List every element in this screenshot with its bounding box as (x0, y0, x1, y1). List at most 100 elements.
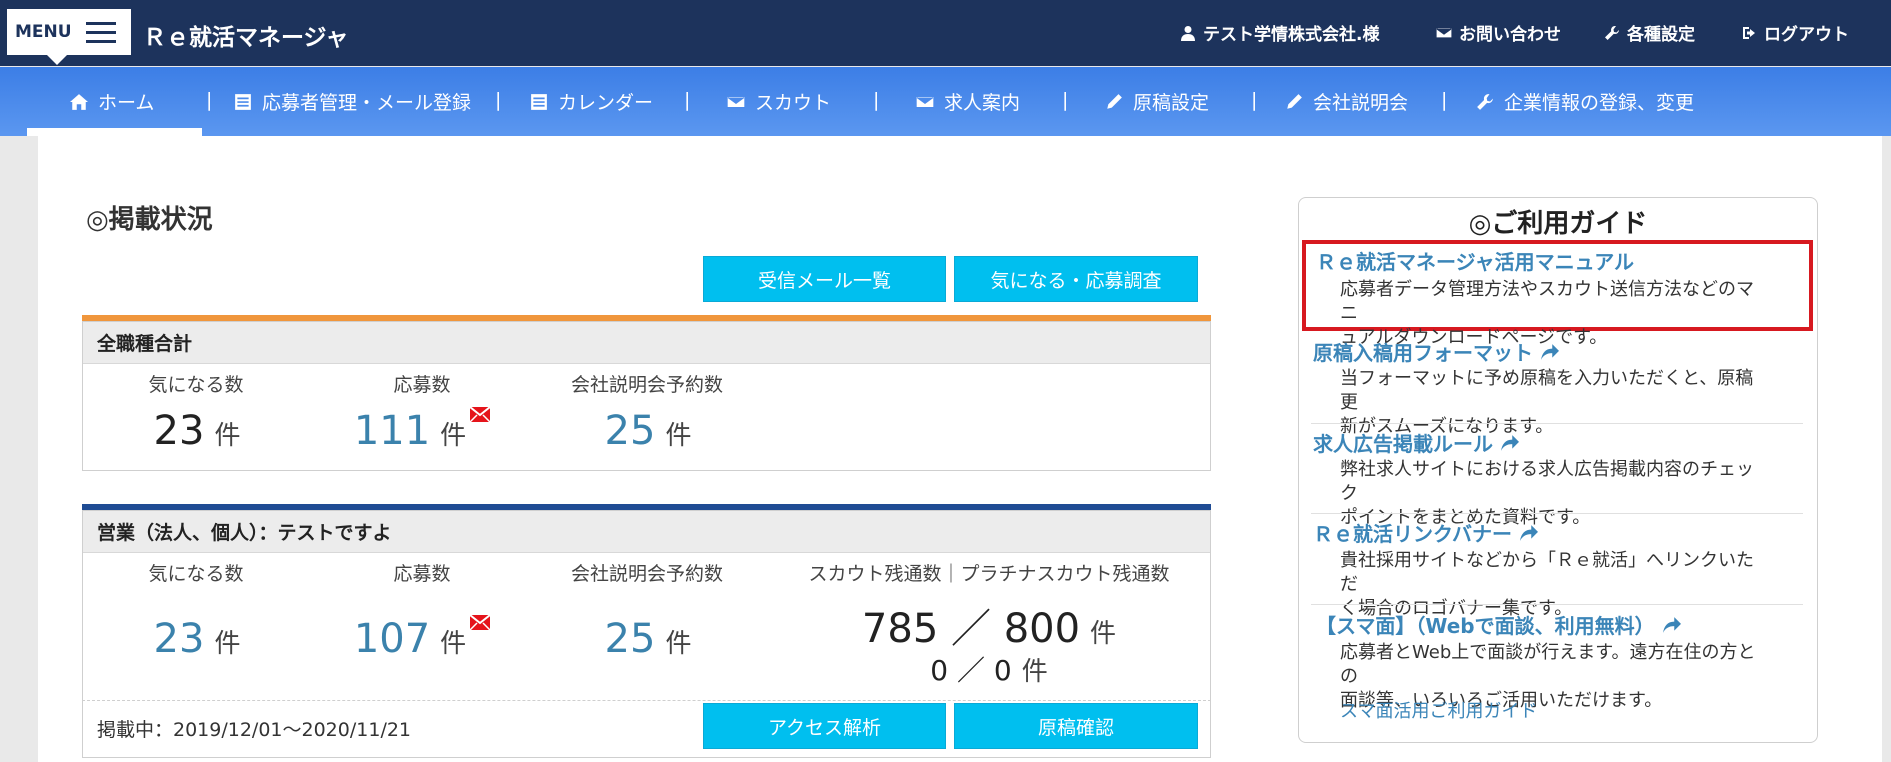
nav-item-scout[interactable]: スカウト (727, 67, 831, 136)
menu-label: MENU (15, 22, 72, 42)
share-arrow-icon (1520, 524, 1538, 541)
summary-applications-value[interactable]: 111 件 (302, 407, 542, 454)
guide-divider (1311, 604, 1803, 605)
nav-item-label: ホーム (98, 92, 155, 114)
settings-link[interactable]: 各種設定 (1604, 20, 1695, 45)
nav-item-label: 企業情報の登録、変更 (1504, 92, 1695, 114)
guide-desc-line: 当フォーマットに予め原稿を入力いただくと、原稿更 (1340, 368, 1754, 413)
unit-label: 件 (1090, 619, 1117, 649)
nav-separator: | (206, 89, 213, 111)
guide-banner-link[interactable]: Ｒｅ就活リンクバナー (1313, 518, 1538, 547)
main-nav: ホーム | 応募者管理・メール登録 | カレンダー | スカウト | 求人案内 … (0, 67, 1891, 136)
nav-item-label: カレンダー (558, 92, 654, 114)
new-mail-icon (470, 615, 491, 630)
pencil-icon (1287, 93, 1302, 109)
summary-seminar-label: 会社説明会予約数 (570, 374, 723, 396)
draft-confirm-button[interactable]: 原稿確認 (954, 703, 1198, 749)
unit-label: 件 (214, 629, 241, 659)
interest-survey-button[interactable]: 気になる・応募調査 (954, 256, 1198, 302)
hamburger-icon (85, 21, 116, 43)
nav-separator: | (873, 89, 880, 111)
summary-interest-value[interactable]: 23 件 (77, 408, 317, 454)
job-seminar-label: 会社説明会予約数 (570, 563, 723, 585)
job-applications-value[interactable]: 107 件 (302, 615, 542, 662)
user-name-link[interactable]: テスト学情株式会社.様 (1180, 20, 1379, 45)
job-panel-title: 営業（法人、個人）：テストですよ (83, 511, 1210, 553)
summary-seminar-count: 25 (604, 408, 656, 454)
unit-label: 件 (440, 629, 467, 659)
guide-link-label: 求人広告掲載ルール (1313, 432, 1493, 456)
summary-applications-label: 応募数 (393, 374, 451, 396)
nav-item-home[interactable]: ホーム (70, 67, 154, 136)
share-arrow-icon (1662, 616, 1681, 633)
nav-separator: | (1251, 89, 1258, 111)
mail-icon (727, 95, 745, 108)
platinum-remaining-value: 0 ／ 0 件 (809, 649, 1169, 689)
job-interest-value[interactable]: 23 件 (77, 616, 317, 662)
nav-item-label: 応募者管理・メール登録 (262, 92, 472, 114)
guide-desc-line: 貴社採用サイトなどから「Ｒｅ就活」へリンクいただ (1340, 550, 1754, 595)
new-mail-icon (470, 407, 491, 422)
nav-item-label: 会社説明会 (1313, 92, 1409, 114)
pencil-icon (1107, 93, 1122, 109)
menu-button[interactable]: MENU (7, 9, 131, 65)
guide-desc-line: 弊社求人サイトにおける求人広告掲載内容のチェック (1340, 459, 1754, 504)
access-analysis-button[interactable]: アクセス解析 (703, 703, 946, 749)
logout-icon (1743, 26, 1755, 39)
guide-divider (1311, 423, 1803, 424)
logout-link[interactable]: ログアウト (1741, 20, 1849, 45)
mail-icon (916, 95, 934, 108)
job-panel-divider (82, 700, 1211, 701)
nav-item-calendar[interactable]: カレンダー (530, 67, 653, 136)
section-title: ◎掲載状況 (86, 205, 213, 235)
wrench-icon (1477, 93, 1493, 110)
received-mail-button[interactable]: 受信メール一覧 (703, 256, 946, 302)
nav-item-job-info[interactable]: 求人案内 (916, 67, 1020, 136)
guide-link-label: 【スマ面】（Webで面談、利用無料） (1316, 614, 1655, 638)
summary-interest-label: 気になる数 (148, 374, 244, 396)
top-header: MENU Ｒｅ就活マネージャ テスト学情株式会社.様 お問い合わせ 各種設定 ロ… (0, 0, 1891, 66)
share-arrow-icon (1541, 343, 1559, 360)
unit-label: 件 (214, 421, 241, 451)
summary-panel-title: 全職種合計 (83, 322, 1210, 364)
logout-label: ログアウト (1764, 25, 1849, 45)
scout-remaining-count: 785 ／ 800 (861, 606, 1081, 652)
guide-desc-line: 応募者とWeb上で面談が行えます。遠方在住の方との (1340, 642, 1756, 687)
wrench-icon (1605, 25, 1619, 40)
list-icon (235, 93, 251, 110)
guide-sumamen-link[interactable]: 【スマ面】（Webで面談、利用無料） (1316, 610, 1681, 639)
summary-applications-count: 111 (353, 408, 431, 454)
guide-link-label: Ｒｅ就活リンクバナー (1313, 522, 1512, 546)
platinum-remaining-count: 0 ／ 0 (930, 654, 1012, 687)
unit-label: 件 (665, 629, 692, 659)
app-title[interactable]: Ｒｅ就活マネージャ (143, 18, 348, 52)
job-seminar-value[interactable]: 25 件 (528, 616, 768, 662)
summary-seminar-value[interactable]: 25 件 (528, 408, 768, 454)
guide-link-label: Ｒｅ就活マネージャ活用マニュアル (1316, 250, 1634, 274)
nav-separator: | (684, 89, 691, 111)
posting-period: 掲載中：2019/12/01～2020/11/21 (97, 719, 412, 741)
nav-item-draft-settings[interactable]: 原稿設定 (1105, 67, 1209, 136)
mail-icon (1436, 26, 1452, 39)
nav-item-seminar[interactable]: 会社説明会 (1285, 67, 1408, 136)
guide-manual-link[interactable]: Ｒｅ就活マネージャ活用マニュアル (1316, 246, 1634, 275)
nav-item-applicants[interactable]: 応募者管理・メール登録 (234, 67, 471, 136)
guide-desc-line: 応募者データ管理方法やスカウト送信方法などのマニ (1340, 279, 1754, 324)
nav-separator: | (495, 89, 502, 111)
job-interest-label: 気になる数 (148, 563, 244, 585)
unit-label: 件 (440, 421, 467, 451)
guide-rules-link[interactable]: 求人広告掲載ルール (1313, 428, 1519, 457)
settings-label: 各種設定 (1627, 25, 1695, 45)
nav-item-company-info[interactable]: 企業情報の登録、変更 (1476, 67, 1694, 136)
nav-item-label: 求人案内 (944, 92, 1021, 114)
nav-separator: | (1062, 89, 1069, 111)
sumamen-guide-link[interactable]: スマ面活用ご利用ガイド (1340, 697, 1537, 723)
nav-separator: | (1441, 89, 1448, 111)
guide-format-link[interactable]: 原稿入稿用フォーマット (1313, 337, 1559, 366)
summary-interest-count: 23 (153, 408, 205, 454)
job-seminar-count: 25 (604, 616, 656, 662)
contact-label: お問い合わせ (1459, 25, 1561, 45)
home-icon (70, 93, 88, 110)
guide-divider (1311, 513, 1803, 514)
contact-link[interactable]: お問い合わせ (1436, 20, 1561, 45)
